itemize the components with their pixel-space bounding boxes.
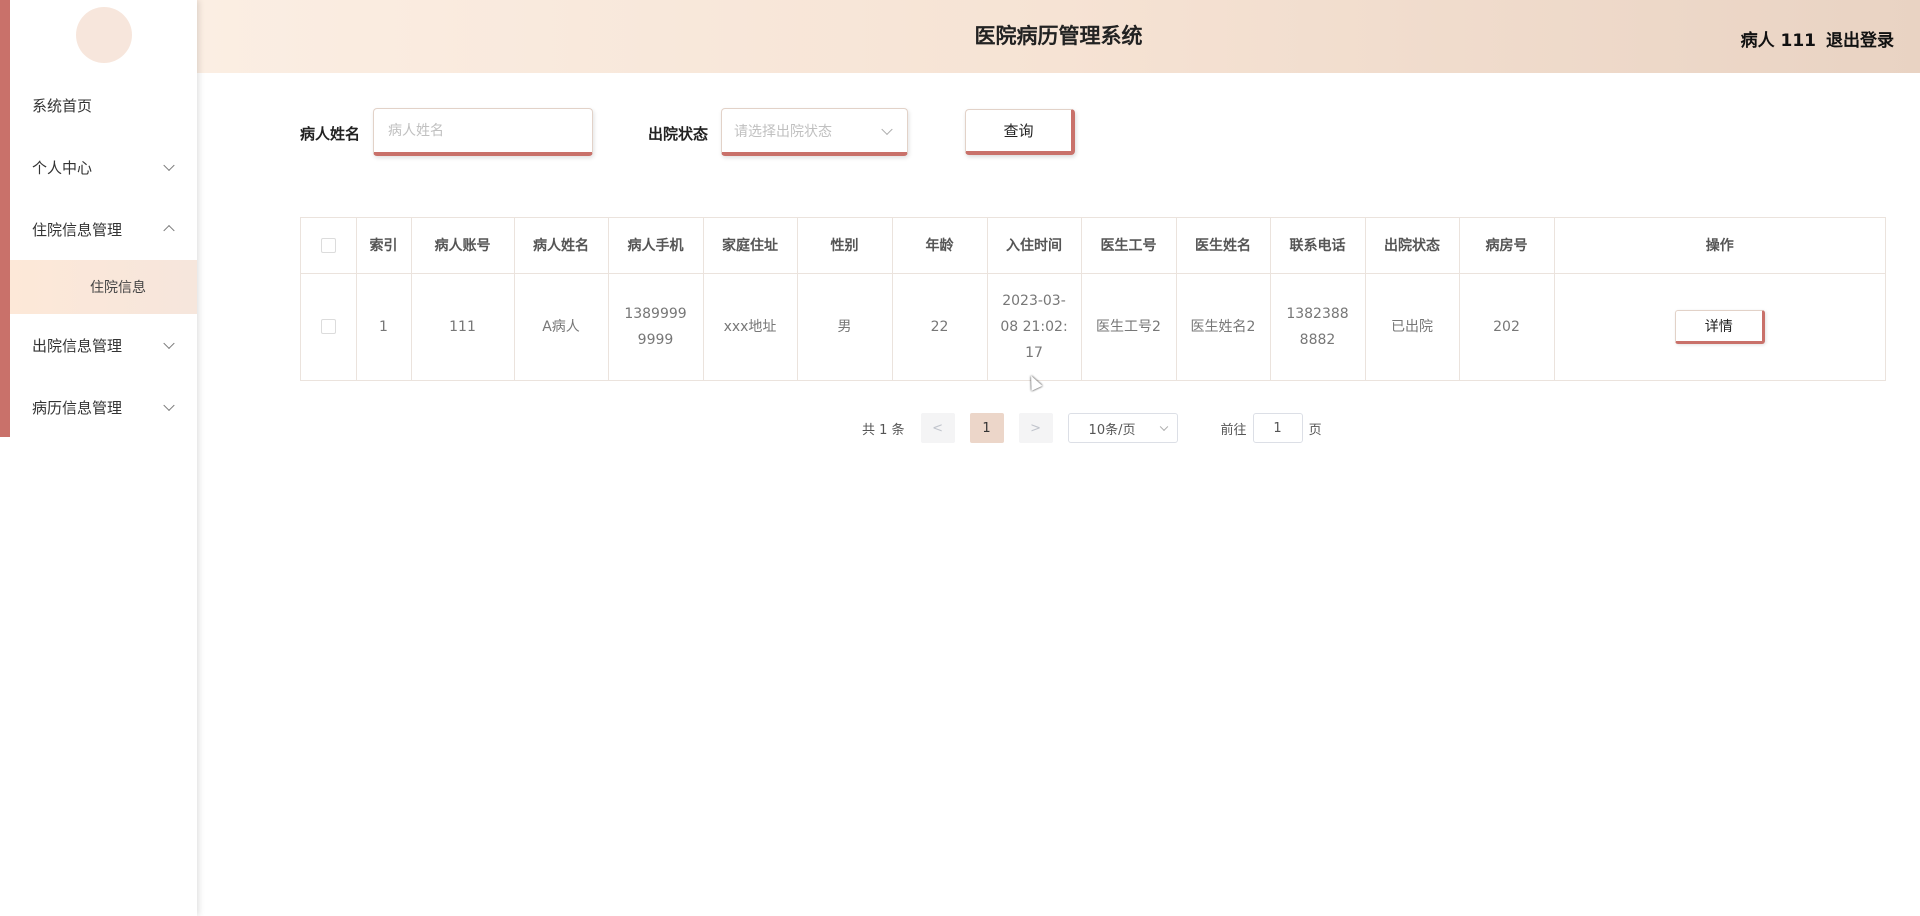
discharge-status-select[interactable]: 请选择出院状态 [721,108,908,156]
column-header: 年龄 [892,218,988,274]
chevron-down-icon [163,399,175,412]
cell-phone-line: 9999 [637,331,674,348]
cell-contact-line: 1382388 [1286,305,1349,322]
column-header: 出院状态 [1365,218,1460,274]
sidebar-item-label: 个人中心 [32,158,93,177]
sidebar-item-label: 出院信息管理 [32,336,123,355]
table-header-row: 索引 病人账号 病人姓名 病人手机 家庭住址 性别 年龄 入住时间 医生工号 医… [301,218,1885,274]
query-button[interactable]: 查询 [965,109,1075,155]
column-header: 病人账号 [411,218,515,274]
prev-page-button[interactable]: < [920,413,955,443]
column-header: 操作 [1554,218,1885,274]
column-header: 病房号 [1459,218,1555,274]
cell-phone: 1389999 9999 [608,273,704,380]
goto-suffix: 页 [1308,422,1322,438]
patient-name-input[interactable] [373,108,593,156]
cell-actions: 详情 [1554,273,1885,380]
sidebar-item-home[interactable]: 系统首页 [10,74,197,136]
sidebar-item-label: 住院信息管理 [32,220,123,239]
row-checkbox[interactable] [320,319,336,335]
sidebar-item-label: 病历信息管理 [32,398,123,417]
column-header: 入住时间 [987,218,1082,274]
page-number-button[interactable]: 1 [969,413,1004,443]
sidebar-subitem-inpatient-info[interactable]: 住院信息 [10,260,197,314]
logout-link[interactable]: 退出登录 [1826,26,1894,51]
select-all-cell [301,218,357,274]
cell-name: A病人 [514,273,609,380]
page-size-value: 10条/页 [1088,422,1136,438]
sidebar-item-label: 住院信息 [90,280,146,296]
sidebar-menu: 系统首页 个人中心 住院信息管理 住院信息 出院信息管理 病历信息管理 [10,74,197,438]
top-header: 医院病历管理系统 病人 111 退出登录 [197,0,1920,73]
chevron-down-icon [163,337,175,350]
cell-address: xxx地址 [703,273,798,380]
search-bar: 病人姓名 [300,108,360,158]
cell-account: 111 [411,273,515,380]
chevron-up-icon [163,224,175,237]
cell-contact-phone: 1382388 8882 [1270,273,1366,380]
sidebar-item-medical-record-management[interactable]: 病历信息管理 [10,376,197,438]
user-area: 病人 111 退出登录 [1741,26,1894,51]
cell-discharge-status: 已出院 [1365,273,1460,380]
cell-phone-line: 1389999 [624,305,687,322]
column-header: 医生工号 [1081,218,1177,274]
page-size-select[interactable]: 10条/页 [1067,413,1178,443]
column-header: 家庭住址 [703,218,798,274]
app-title: 医院病历管理系统 [974,24,1143,48]
column-header: 索引 [356,218,412,274]
cell-checkin-line: 17 [1025,344,1043,361]
select-all-checkbox[interactable] [320,237,336,253]
column-header: 性别 [797,218,893,274]
cell-checkin-line: 08 21:02: [1000,318,1068,335]
chevron-down-icon [1159,422,1168,432]
column-header: 联系电话 [1270,218,1366,274]
table-row: 1 111 A病人 1389999 9999 xxx地址 男 22 2023-0… [301,273,1885,380]
next-page-button[interactable]: > [1018,413,1053,443]
pagination-total: 共 1 条 [862,422,905,438]
pagination: 共 1 条 < 1 > 10条/页 前往 页 [862,413,1322,443]
sidebar-item-personal-center[interactable]: 个人中心 [10,136,197,198]
detail-button[interactable]: 详情 [1674,309,1765,344]
row-select-cell [301,273,357,380]
sidebar: 系统首页 个人中心 住院信息管理 住院信息 出院信息管理 病历信息管理 [0,0,197,916]
column-header: 医生姓名 [1176,218,1271,274]
inpatient-table: 索引 病人账号 病人姓名 病人手机 家庭住址 性别 年龄 入住时间 医生工号 医… [300,217,1886,381]
goto-label: 前往 [1220,422,1247,438]
cell-doctor-name: 医生姓名2 [1176,273,1271,380]
chevron-down-icon [881,123,893,135]
discharge-status-label-wrap: 出院状态 [648,108,708,158]
sidebar-item-discharge-management[interactable]: 出院信息管理 [10,314,197,376]
sidebar-item-label: 系统首页 [32,96,93,115]
sidebar-item-inpatient-management[interactable]: 住院信息管理 [10,198,197,260]
column-header: 病人姓名 [514,218,609,274]
sidebar-accent-bar [0,0,10,437]
cell-contact-line: 8882 [1299,331,1336,348]
discharge-status-label: 出院状态 [648,124,709,143]
cell-index: 1 [356,273,412,380]
discharge-status-placeholder: 请选择出院状态 [734,123,832,140]
avatar [76,7,132,63]
cell-ward: 202 [1459,273,1555,380]
cell-doctor-id: 医生工号2 [1081,273,1177,380]
patient-name-label: 病人姓名 [300,124,361,143]
cell-gender: 男 [797,273,893,380]
cell-checkin-time: 2023-03- 08 21:02: 17 [987,273,1082,380]
current-user-label: 病人 111 [1740,31,1816,51]
cell-checkin-line: 2023-03- [1002,292,1066,309]
chevron-down-icon [163,159,175,172]
cell-age: 22 [892,273,988,380]
column-header: 病人手机 [608,218,704,274]
goto-page-input[interactable] [1252,413,1303,443]
